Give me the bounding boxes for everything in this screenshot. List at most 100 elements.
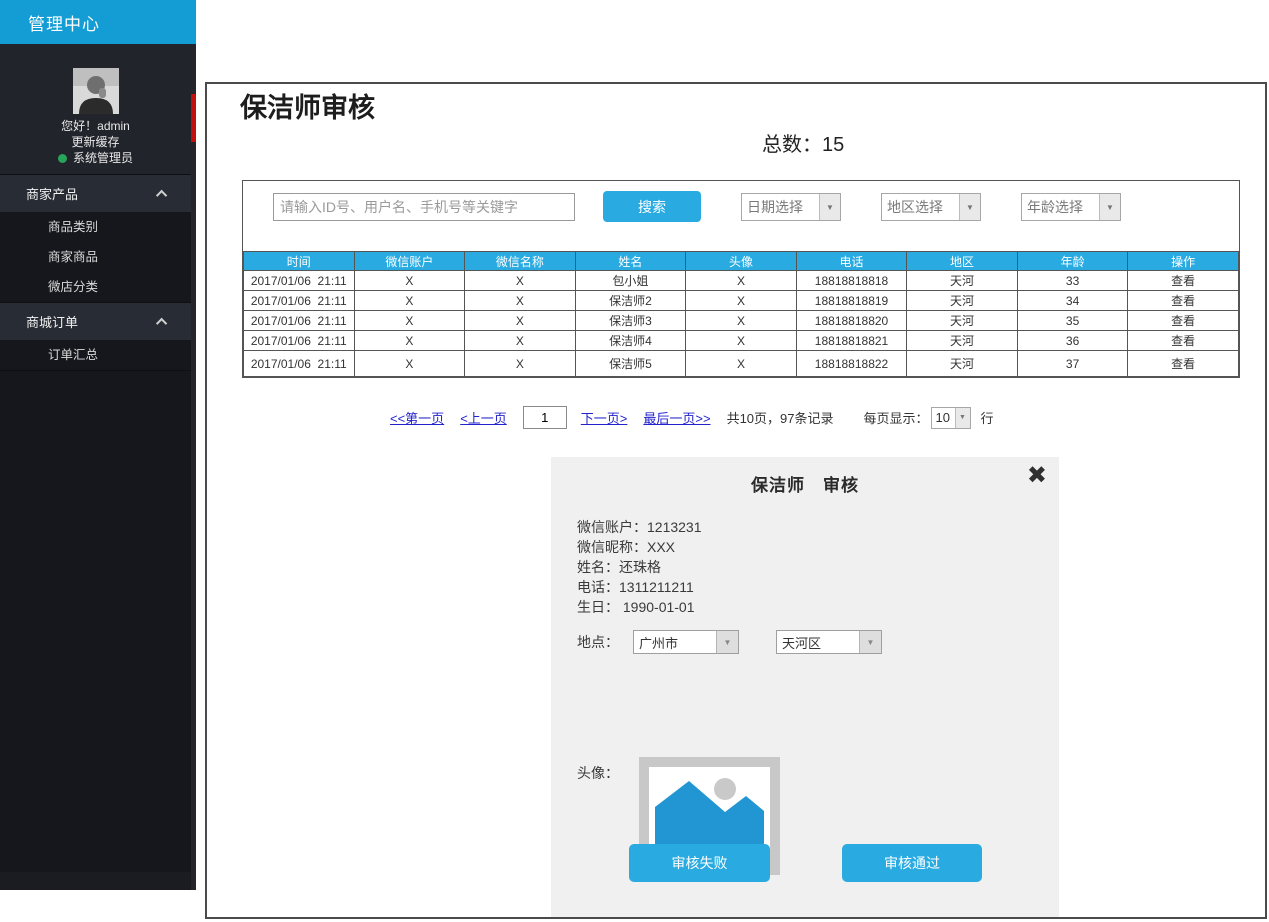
modal-field: 微信昵称：XXX [577,537,702,557]
city-value: 广州市 [634,633,716,652]
view-action-link[interactable]: 查看 [1128,331,1239,351]
first-page-link[interactable]: <<第一页 [390,408,444,427]
table-cell: X [354,291,465,311]
last-page-link[interactable]: 最后一页>> [643,408,710,427]
search-row: 搜索 日期选择▼地区选择▼年龄选择▼ [243,181,1239,251]
filter-select-value: 日期选择 [742,197,819,217]
table-cell: X [465,311,576,331]
sidebar-item-商品类别[interactable]: 商品类别 [0,212,191,242]
close-icon[interactable]: ✖ [1027,461,1047,491]
district-value: 天河区 [777,633,859,652]
pagination-summary: 共10页，97条记录 [727,408,834,427]
table-cell: X [465,271,576,291]
search-button[interactable]: 搜索 [603,191,701,222]
table-cell: X [465,351,576,377]
column-header: 姓名 [575,252,686,271]
review-modal: 保洁师 审核 ✖ 微信账户：1213231微信昵称：XXX姓名：还珠格电话：13… [551,457,1059,917]
view-action-link[interactable]: 查看 [1128,291,1239,311]
modal-title: 保洁师 审核 [551,471,1059,496]
table-cell: X [686,311,797,331]
district-select[interactable]: 天河区 ▼ [776,630,882,654]
next-page-link[interactable]: 下一页> [581,408,628,427]
table-cell: X [686,291,797,311]
chevron-down-icon: ▼ [716,631,738,653]
app-title: 管理中心 [28,10,100,35]
table-cell: 保洁师5 [575,351,686,377]
sidebar-item-微店分类[interactable]: 微店分类 [0,272,191,302]
review-table: 时间微信账户微信名称姓名头像电话地区年龄操作 2017/01/06 21:11X… [243,251,1239,377]
per-page-unit: 行 [981,408,994,427]
chevron-down-icon: ▼ [959,194,980,220]
sidebar-scrollbar-track[interactable] [191,44,196,890]
table-cell: 18818818818 [796,271,907,291]
table-cell: 2017/01/06 21:11 [244,311,355,331]
table-cell: X [686,331,797,351]
sidebar-submenu: 商品类别商家商品微店分类 [0,212,191,302]
filter-select-2[interactable]: 年龄选择▼ [1021,193,1121,221]
column-header: 地区 [907,252,1018,271]
table-cell: 2017/01/06 21:11 [244,271,355,291]
table-cell: 18818818821 [796,331,907,351]
per-page-value: 10 [932,410,955,425]
sidebar-group-1[interactable]: 商城订单 [0,302,191,340]
table-cell: X [354,331,465,351]
sidebar-empty-area [0,370,191,872]
table-cell: X [686,351,797,377]
filter-select-0[interactable]: 日期选择▼ [741,193,841,221]
chevron-down-icon: ▼ [1099,194,1120,220]
table-cell: 18818818819 [796,291,907,311]
sidebar-group-label: 商家产品 [26,184,78,203]
city-select[interactable]: 广州市 ▼ [633,630,739,654]
modal-field: 电话：1311211211 [577,577,702,597]
prev-page-link[interactable]: <上一页 [460,408,507,427]
column-header: 时间 [244,252,355,271]
table-cell: 包小姐 [575,271,686,291]
modal-field: 微信账户：1213231 [577,517,702,537]
filter-select-value: 地区选择 [882,197,959,217]
chevron-up-icon [156,189,167,200]
sidebar-scrollbar-thumb[interactable] [191,94,196,142]
table-cell: 34 [1017,291,1128,311]
sidebar-item-订单汇总[interactable]: 订单汇总 [0,340,191,370]
column-header: 微信名称 [465,252,576,271]
table-cell: 保洁师4 [575,331,686,351]
table-cell: 2017/01/06 21:11 [244,331,355,351]
app-header: 管理中心 [0,0,196,44]
column-header: 电话 [796,252,907,271]
table-cell: 2017/01/06 21:11 [244,291,355,311]
filter-select-1[interactable]: 地区选择▼ [881,193,981,221]
sidebar-group-label: 商城订单 [26,312,78,331]
page-number-input[interactable] [523,406,567,429]
view-action-link[interactable]: 查看 [1128,271,1239,291]
chevron-down-icon: ▼ [955,408,970,428]
column-header: 头像 [686,252,797,271]
per-page-select[interactable]: 10 ▼ [931,407,971,429]
profile-section: 您好！admin 更新缓存 系统管理员 [0,44,191,174]
modal-field: 姓名：还珠格 [577,557,702,577]
table-cell: X [354,311,465,331]
table-cell: X [465,291,576,311]
review-pass-button[interactable]: 审核通过 [842,844,982,882]
greeting-text: 您好！admin [0,118,191,134]
search-input[interactable] [273,193,575,221]
table-cell: X [354,351,465,377]
view-action-link[interactable]: 查看 [1128,351,1239,377]
filter-select-value: 年龄选择 [1022,197,1099,217]
view-action-link[interactable]: 查看 [1128,311,1239,331]
refresh-cache-link[interactable]: 更新缓存 [0,134,191,150]
table-row: 2017/01/06 21:11XX保洁师4X18818818821天河36查看 [244,331,1239,351]
online-status-icon [58,154,67,163]
modal-detail-fields: 微信账户：1213231微信昵称：XXX姓名：还珠格电话：1311211211生… [577,517,702,617]
table-cell: X [686,271,797,291]
table-cell: 36 [1017,331,1128,351]
sidebar-group-0[interactable]: 商家产品 [0,174,191,212]
avatar-label: 头像： [577,763,619,783]
search-and-table-panel: 搜索 日期选择▼地区选择▼年龄选择▼ 时间微信账户微信名称姓名头像电话地区年龄操… [242,180,1240,378]
review-fail-button[interactable]: 审核失败 [629,844,770,882]
table-cell: 2017/01/06 21:11 [244,351,355,377]
role-line: 系统管理员 [0,150,191,166]
table-row: 2017/01/06 21:11XX保洁师2X18818818819天河34查看 [244,291,1239,311]
sidebar-item-商家商品[interactable]: 商家商品 [0,242,191,272]
chevron-up-icon [156,317,167,328]
main-content: 保洁师审核 总数：15 搜索 日期选择▼地区选择▼年龄选择▼ 时间微信账户微信名… [205,82,1267,919]
